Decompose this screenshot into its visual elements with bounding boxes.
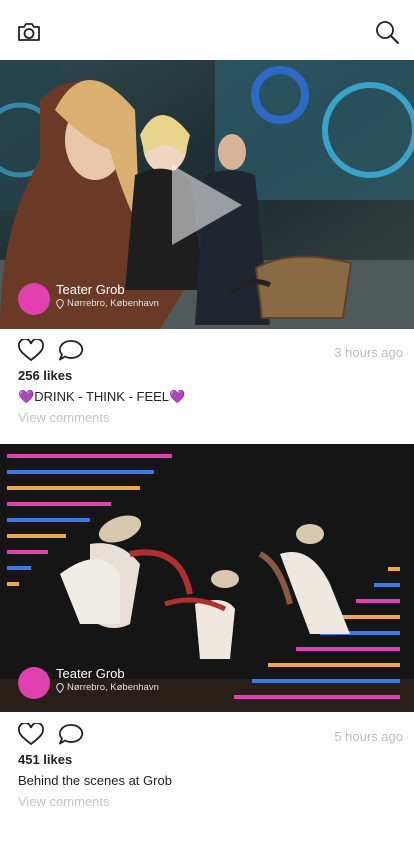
like-button[interactable] bbox=[18, 339, 44, 363]
post-caption: 💜DRINK - THINK - FEEL💜 bbox=[18, 389, 185, 405]
post-1: Teater Grob Nørrebro, København 3 hours … bbox=[0, 60, 414, 440]
search-icon bbox=[376, 21, 399, 44]
camera-button[interactable] bbox=[14, 17, 44, 47]
author-name[interactable]: Teater Grob bbox=[56, 282, 159, 298]
comment-button[interactable] bbox=[58, 339, 84, 363]
likes-count[interactable]: 451 likes bbox=[18, 752, 72, 767]
search-button[interactable] bbox=[372, 17, 402, 47]
author-location: Nørrebro, København bbox=[56, 298, 159, 310]
post-2: Teater Grob Nørrebro, København 5 hours … bbox=[0, 444, 414, 824]
post-timestamp: 3 hours ago bbox=[334, 345, 403, 360]
comment-icon bbox=[59, 340, 84, 361]
author-location: Nørrebro, København bbox=[56, 682, 159, 694]
purple-heart-emoji: 💜 bbox=[18, 389, 35, 404]
post-timestamp: 5 hours ago bbox=[334, 729, 403, 744]
heart-icon bbox=[18, 339, 44, 362]
view-comments-link[interactable]: View comments bbox=[18, 794, 110, 809]
location-text: Nørrebro, København bbox=[67, 682, 159, 693]
like-button[interactable] bbox=[18, 723, 44, 747]
post-media-video[interactable]: Teater Grob Nørrebro, København bbox=[0, 60, 414, 329]
caption-text: DRINK - THINK - FEEL bbox=[34, 389, 170, 404]
location-pin-icon bbox=[56, 683, 64, 693]
location-pin-icon bbox=[56, 299, 64, 309]
author-name[interactable]: Teater Grob bbox=[56, 666, 159, 682]
post-author[interactable]: Teater Grob Nørrebro, København bbox=[18, 666, 159, 699]
post-actions bbox=[18, 339, 84, 363]
avatar[interactable] bbox=[18, 667, 50, 699]
likes-count[interactable]: 256 likes bbox=[18, 368, 72, 383]
post-caption: Behind the scenes at Grob bbox=[18, 773, 172, 788]
avatar[interactable] bbox=[18, 283, 50, 315]
post-media-image[interactable]: Teater Grob Nørrebro, København bbox=[0, 444, 414, 712]
purple-heart-emoji: 💜 bbox=[169, 389, 186, 404]
view-comments-link[interactable]: View comments bbox=[18, 410, 110, 425]
top-bar bbox=[0, 0, 414, 60]
location-text: Nørrebro, København bbox=[67, 298, 159, 309]
heart-icon bbox=[18, 723, 44, 746]
post-actions bbox=[18, 723, 84, 747]
comment-icon bbox=[59, 724, 84, 745]
camera-icon bbox=[18, 23, 40, 41]
comment-button[interactable] bbox=[58, 723, 84, 747]
post-author[interactable]: Teater Grob Nørrebro, København bbox=[18, 282, 159, 315]
